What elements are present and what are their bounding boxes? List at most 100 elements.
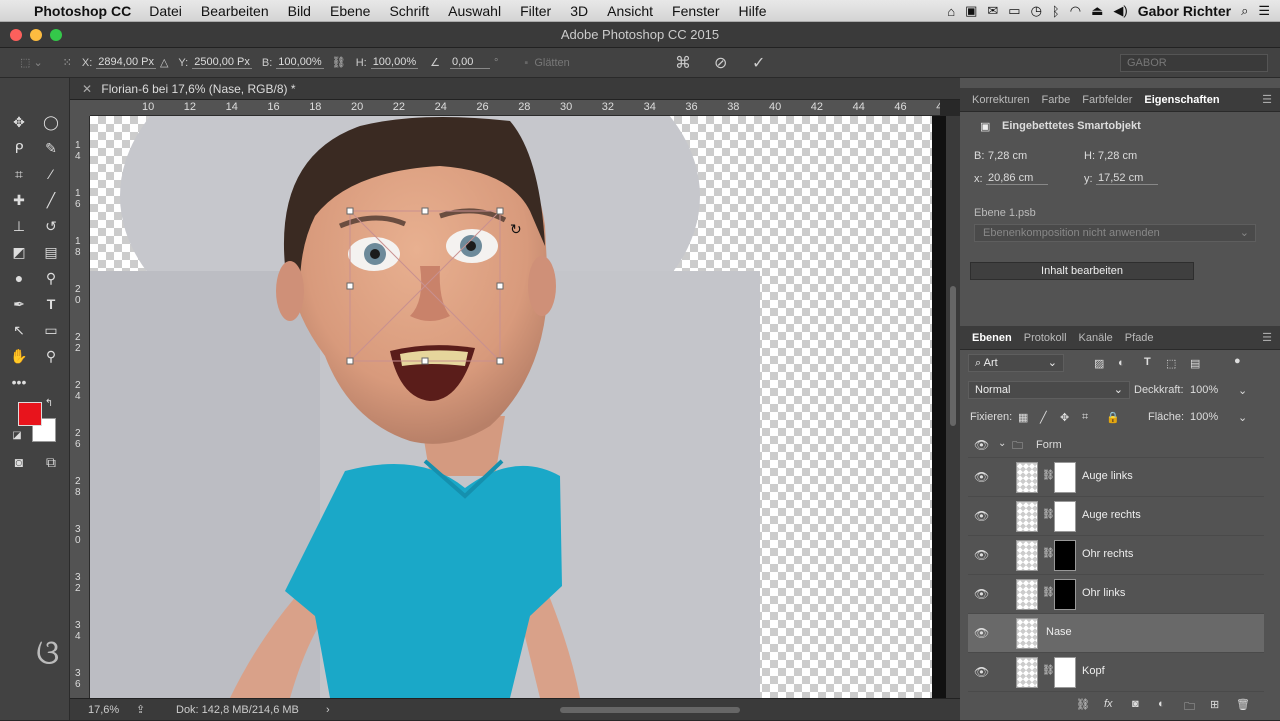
menu-app-name[interactable]: Photoshop CC bbox=[34, 3, 131, 19]
lock-artboard-icon[interactable]: ⌗ bbox=[1082, 411, 1088, 424]
menu-ebene[interactable]: Ebene bbox=[330, 3, 370, 19]
mask-link-icon[interactable]: ⛓ bbox=[1042, 509, 1055, 520]
layer-row[interactable]: 👁 ⛓ Auge rechts bbox=[968, 497, 1264, 536]
layer-thumbnail[interactable] bbox=[1016, 501, 1038, 532]
width-input[interactable]: 100,00% bbox=[276, 56, 324, 69]
filter-type-icon[interactable]: T bbox=[1144, 356, 1151, 368]
dodge-tool-icon[interactable]: ⚲ bbox=[40, 268, 62, 288]
visibility-eye-icon[interactable]: 👁 bbox=[974, 587, 989, 601]
zoom-window-button[interactable] bbox=[50, 29, 62, 41]
user-name[interactable]: Gabor Richter bbox=[1138, 3, 1231, 19]
eraser-tool-icon[interactable]: ◩ bbox=[8, 242, 30, 262]
new-group-icon[interactable]: 🗀 bbox=[1184, 698, 1195, 717]
filter-smart-icon[interactable]: ▤ bbox=[1190, 357, 1200, 370]
layer-row[interactable]: 👁 ⛓ Kopf bbox=[968, 653, 1264, 692]
reference-point-icon[interactable]: ⁙ bbox=[63, 56, 72, 69]
ellipse-marquee-tool-icon[interactable]: ◯ bbox=[40, 112, 62, 132]
properties-height[interactable]: 7,28 cm bbox=[1098, 150, 1137, 162]
horizontal-scrollbar[interactable] bbox=[560, 707, 740, 713]
blend-mode-select[interactable]: Normal ⌄ bbox=[968, 381, 1130, 399]
tab-korrekturen[interactable]: Korrekturen bbox=[972, 94, 1029, 106]
layer-thumbnail[interactable] bbox=[1016, 540, 1038, 571]
y-field[interactable]: Y: 2500,00 Px bbox=[178, 56, 252, 69]
scrollbar-thumb[interactable] bbox=[950, 286, 956, 426]
tab-protokoll[interactable]: Protokoll bbox=[1024, 332, 1067, 344]
tab-farbfelder[interactable]: Farbfelder bbox=[1082, 94, 1132, 106]
angle-input[interactable]: 0,00 bbox=[450, 56, 490, 69]
height-input[interactable]: 100,00% bbox=[370, 56, 419, 69]
menu-ansicht[interactable]: Ansicht bbox=[607, 3, 653, 19]
visibility-eye-icon[interactable]: 👁 bbox=[974, 470, 989, 484]
more-tools-icon[interactable]: ••• bbox=[8, 372, 30, 392]
mask-link-icon[interactable]: ⛓ bbox=[1042, 665, 1055, 676]
warp-icon[interactable]: ⌘ bbox=[675, 53, 691, 73]
edit-contents-button[interactable]: Inhalt bearbeiten bbox=[970, 262, 1194, 280]
layer-thumbnail[interactable] bbox=[1016, 462, 1038, 493]
swap-colors-icon[interactable]: ↰ bbox=[42, 394, 56, 414]
layer-mask-thumbnail[interactable] bbox=[1054, 657, 1076, 688]
properties-width[interactable]: 7,28 cm bbox=[988, 150, 1027, 162]
menu-schrift[interactable]: Schrift bbox=[389, 3, 429, 19]
visibility-eye-icon[interactable]: 👁 bbox=[974, 438, 989, 452]
layer-filter-select[interactable]: ⌕ Art ⌄ bbox=[968, 354, 1064, 372]
mask-link-icon[interactable]: ⛓ bbox=[1042, 587, 1055, 598]
close-window-button[interactable] bbox=[10, 29, 22, 41]
eyedropper-tool-icon[interactable]: ⁄ bbox=[40, 164, 62, 184]
visibility-eye-icon[interactable]: 👁 bbox=[974, 665, 989, 679]
layer-group-row[interactable]: 👁 ⌄ 🗀 Form bbox=[968, 434, 1264, 458]
menu-datei[interactable]: Datei bbox=[149, 3, 182, 19]
visibility-eye-icon[interactable]: 👁 bbox=[974, 509, 989, 523]
bluetooth-icon[interactable]: ᛒ bbox=[1052, 4, 1060, 19]
tab-ebenen[interactable]: Ebenen bbox=[972, 332, 1012, 344]
list-icon[interactable]: ☰ bbox=[1258, 3, 1270, 19]
home-icon[interactable]: ⌂ bbox=[947, 4, 955, 19]
filter-pixel-icon[interactable]: ▨ bbox=[1094, 357, 1104, 370]
hand-tool-icon[interactable]: ✋ bbox=[8, 346, 30, 366]
mask-link-icon[interactable]: ⛓ bbox=[1042, 470, 1055, 481]
layer-row[interactable]: 👁 ⛓ Auge links bbox=[968, 458, 1264, 497]
filter-toggle-icon[interactable]: ● bbox=[1234, 355, 1241, 367]
lock-all-icon[interactable]: 🔒 bbox=[1106, 411, 1120, 424]
pen-tool-icon[interactable]: ✒ bbox=[8, 294, 30, 314]
menu-auswahl[interactable]: Auswahl bbox=[448, 3, 501, 19]
fill-dropdown-icon[interactable]: ⌄ bbox=[1238, 411, 1247, 424]
layers-menu-icon[interactable]: ☰ bbox=[1262, 331, 1272, 344]
width-field[interactable]: B: 100,00% bbox=[262, 56, 324, 69]
tab-pfade[interactable]: Pfade bbox=[1125, 332, 1154, 344]
layer-thumbnail[interactable] bbox=[1016, 618, 1038, 649]
layer-style-icon[interactable]: fx bbox=[1104, 698, 1113, 710]
menu-3d[interactable]: 3D bbox=[570, 3, 588, 19]
type-tool-icon[interactable]: T bbox=[40, 294, 62, 314]
gradient-tool-icon[interactable]: ▤ bbox=[40, 242, 62, 262]
x-input[interactable]: 2894,00 Px bbox=[96, 56, 156, 69]
quick-selection-tool-icon[interactable]: ✎ bbox=[40, 138, 62, 158]
angle-field[interactable]: 0,00 ° bbox=[450, 56, 498, 69]
history-brush-tool-icon[interactable]: ↺ bbox=[40, 216, 62, 236]
volume-icon[interactable]: ◀) bbox=[1113, 3, 1127, 19]
properties-x-input[interactable]: 20,86 cm bbox=[986, 172, 1048, 185]
wifi-icon[interactable]: ◠ bbox=[1070, 3, 1081, 19]
smooth-checkbox[interactable]: ▪ bbox=[524, 57, 528, 69]
delete-layer-icon[interactable]: 🗑 bbox=[1236, 698, 1250, 711]
layer-thumbnail[interactable] bbox=[1016, 579, 1038, 610]
canvas[interactable]: ↻ bbox=[90, 116, 932, 698]
fill-input[interactable]: 100% bbox=[1190, 411, 1218, 423]
lasso-tool-icon[interactable]: ᑭ bbox=[8, 138, 30, 158]
layer-thumbnail[interactable] bbox=[1016, 657, 1038, 688]
layer-mask-thumbnail[interactable] bbox=[1054, 462, 1076, 493]
path-selection-tool-icon[interactable]: ↖ bbox=[8, 320, 30, 340]
clone-stamp-tool-icon[interactable]: ⊥ bbox=[8, 216, 30, 236]
horizontal-ruler[interactable]: 10 12 14 16 18 20 22 24 26 28 30 32 34 36 38 40 42 44 46 48 bbox=[90, 100, 940, 116]
commit-transform-icon[interactable]: ✓ bbox=[752, 53, 765, 73]
x-field[interactable]: X: 2894,00 Px bbox=[82, 56, 156, 69]
layer-row[interactable]: 👁 ⛓ Ohr rechts bbox=[968, 536, 1264, 575]
default-colors-icon[interactable]: ◪ bbox=[10, 426, 24, 446]
filter-adjustment-icon[interactable]: ◐ bbox=[1118, 357, 1125, 369]
transform-tool-icon[interactable]: ⬚ ⌄ bbox=[20, 56, 43, 69]
lock-pixels-icon[interactable]: ╱ bbox=[1040, 411, 1047, 424]
tab-farbe[interactable]: Farbe bbox=[1041, 94, 1070, 106]
menu-hilfe[interactable]: Hilfe bbox=[739, 3, 767, 19]
battery-icon[interactable]: ▭ bbox=[1008, 3, 1020, 19]
menu-fenster[interactable]: Fenster bbox=[672, 3, 719, 19]
menu-filter[interactable]: Filter bbox=[520, 3, 551, 19]
